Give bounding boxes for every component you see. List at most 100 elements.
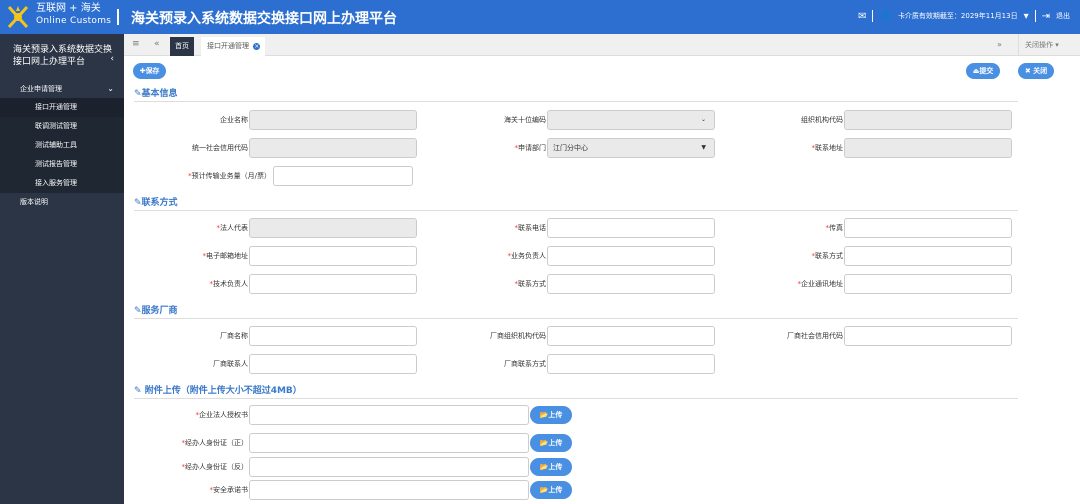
app-title: 海关预录入系统数据交换接口网上办理平台 — [131, 11, 397, 27]
legal-rep-label-text: 法人代表 — [220, 224, 248, 232]
vendor-contact-input[interactable] — [249, 354, 417, 374]
attach-label-text: 经办人身份证（反） — [185, 463, 248, 471]
upload-button[interactable]: 📂上传 — [530, 458, 572, 476]
fax-input[interactable] — [844, 218, 1012, 238]
dept-label-text: 申请部门 — [518, 144, 546, 152]
user-badge-icon: 👤 — [879, 10, 892, 22]
customs-code-label: 海关十位编码 — [504, 116, 546, 124]
vendor-name-input[interactable] — [249, 326, 417, 346]
header-sep — [1034, 10, 1036, 22]
close-button[interactable]: ✖ 关闭 — [1018, 63, 1054, 79]
phone-label-text: 联系电话 — [518, 224, 546, 232]
collapse-icon[interactable]: ‹ — [110, 53, 114, 65]
upload-button[interactable]: 📂上传 — [530, 481, 572, 499]
upload-button[interactable]: 📂上传 — [530, 406, 572, 424]
edit-icon: ✎ — [134, 386, 145, 396]
vendor-contact-label: 厂商联系人 — [213, 360, 248, 368]
upload-button[interactable]: 📂上传 — [530, 434, 572, 452]
top-header: 互联网 + 海关 Online Customs 海关预录入系统数据交换接口网上办… — [0, 0, 1080, 34]
biz-owner-label: *业务负责人 — [438, 246, 547, 266]
upload-label: 上传 — [548, 439, 563, 447]
customs-code-select[interactable]: ⌄ — [547, 110, 715, 130]
upload-label: 上传 — [548, 411, 563, 419]
close-ops-label: 关闭操作 — [1025, 41, 1053, 49]
sidebar-item-test-report[interactable]: 测试报告管理 — [0, 155, 124, 174]
sidebar-title: 海关预录入系统数据交换接口网上办理平台 ‹ — [0, 34, 124, 74]
submit-button[interactable]: ⏏提交 — [966, 63, 1000, 79]
legal-rep-label: *法人代表 — [140, 218, 249, 238]
logo-line1: 互联网 + 海关 — [36, 3, 101, 14]
close-tab-icon[interactable]: × — [253, 43, 261, 50]
address-label-text: 联系地址 — [815, 144, 843, 152]
chevron-down-icon[interactable]: ▾ — [1024, 11, 1029, 22]
tab-interface-open[interactable]: 接口开通管理 × — [201, 37, 265, 56]
vendor-contact-method-label: 厂商联系方式 — [504, 360, 546, 368]
email-label: *电子邮箱地址 — [140, 246, 249, 266]
vendor-credit-code-input[interactable] — [844, 326, 1012, 346]
sidebar-title-text: 海关预录入系统数据交换接口网上办理平台 — [13, 45, 113, 67]
sidebar-group-enterprise[interactable]: 企业申请管理 ⌄ — [0, 80, 124, 98]
credit-code-input — [249, 138, 417, 158]
sidebar-item-joint-test[interactable]: 联调测试管理 — [0, 117, 124, 136]
close-label: 关闭 — [1033, 67, 1048, 75]
comm-addr-input[interactable] — [844, 274, 1012, 294]
scroll-left-icon[interactable]: « — [154, 39, 160, 49]
header-sep — [872, 10, 874, 22]
sidebar-item-test-tools[interactable]: 测试辅助工具 — [0, 136, 124, 155]
header-divider — [117, 9, 119, 25]
attach-label-text: 经办人身份证（正） — [185, 439, 248, 447]
vendor-org-code-label: 厂商组织机构代码 — [490, 332, 546, 340]
cert-expiry-text: 卡介质有效期截至：2029年11月13日 — [897, 12, 1018, 20]
vendor-org-code-input[interactable] — [547, 326, 715, 346]
address-input — [844, 138, 1012, 158]
sidebar-item-version-notes[interactable]: 版本说明 — [0, 193, 124, 212]
section-vendor: ✎服务厂商 — [134, 305, 1018, 319]
customs-logo-icon — [7, 5, 29, 29]
attach-label-auth: *企业法人授权书 — [140, 405, 249, 425]
sidebar-item-interface-open[interactable]: 接口开通管理 — [0, 98, 124, 117]
attach-input-auth[interactable] — [249, 405, 529, 425]
company-name-label: 企业名称 — [220, 116, 248, 124]
save-button[interactable]: ✚保存 — [133, 63, 166, 79]
sidebar: 海关预录入系统数据交换接口网上办理平台 ‹ 企业申请管理 ⌄ 接口开通管理 联调… — [0, 34, 124, 504]
tech-owner-input[interactable] — [249, 274, 417, 294]
menu-icon[interactable]: ≡ — [132, 39, 140, 49]
volume-input[interactable] — [273, 166, 413, 186]
contact-method-input[interactable] — [844, 246, 1012, 266]
header-actions: ✉ 👤 卡介质有效期截至：2029年11月13日 ▾ ⇥ 退出 — [858, 10, 1070, 22]
edit-icon: ✎ — [134, 89, 142, 99]
email-input[interactable] — [249, 246, 417, 266]
close-ops-dropdown[interactable]: » 关闭操作 ▾ — [997, 34, 1080, 56]
attach-input-id-front[interactable] — [249, 433, 529, 453]
logout-icon[interactable]: ⇥ — [1042, 11, 1050, 22]
mail-icon[interactable]: ✉ — [858, 11, 866, 22]
biz-owner-label-text: 业务负责人 — [511, 252, 546, 260]
section-basic-info: ✎基本信息 — [134, 88, 1018, 102]
phone-input[interactable] — [547, 218, 715, 238]
attach-input-security[interactable] — [249, 480, 529, 500]
scroll-right-icon[interactable]: » — [997, 34, 1002, 56]
company-name-input — [249, 110, 417, 130]
org-code-label: 组织机构代码 — [801, 116, 843, 124]
attach-label-text: 企业法人授权书 — [199, 411, 248, 419]
biz-owner-input[interactable] — [547, 246, 715, 266]
vendor-contact-method-input[interactable] — [547, 354, 715, 374]
attach-label-id-back: *经办人身份证（反） — [140, 457, 249, 477]
sidebar-item-access-service[interactable]: 接入服务管理 — [0, 174, 124, 193]
tab-home[interactable]: 首页 — [170, 37, 194, 56]
volume-label: *预计传输业务量（月/票） — [140, 166, 271, 186]
contact-method2-input[interactable] — [547, 274, 715, 294]
comm-addr-label-text: 企业通讯地址 — [801, 280, 843, 288]
volume-label-text: 预计传输业务量（月/票） — [191, 172, 271, 180]
dept-select[interactable]: 江门分中心 ▼ — [547, 138, 715, 158]
section-title: 附件上传（附件上传大小不超过4MB） — [144, 386, 302, 396]
tab-label: 接口开通管理 — [207, 42, 249, 50]
fax-label: *传真 — [735, 218, 844, 238]
save-label: 保存 — [145, 67, 160, 75]
attach-input-id-back[interactable] — [249, 457, 529, 477]
edit-icon: ✎ — [134, 198, 142, 208]
attach-label-text: 安全承诺书 — [213, 486, 248, 494]
logout-link[interactable]: 退出 — [1056, 11, 1070, 21]
section-title: 基本信息 — [141, 89, 178, 99]
section-contact: ✎联系方式 — [134, 197, 1018, 211]
